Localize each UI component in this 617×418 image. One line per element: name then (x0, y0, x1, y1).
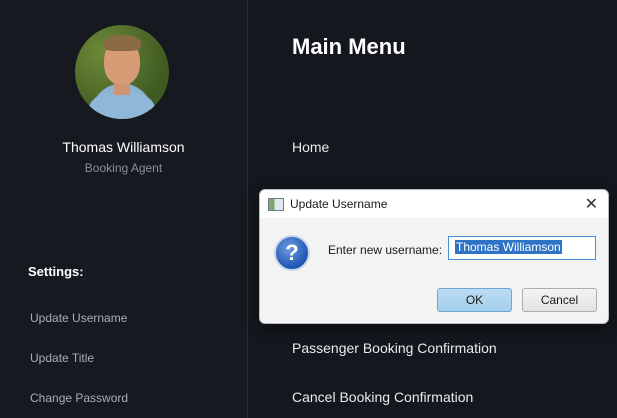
username-field-label: Enter new username: (328, 243, 443, 257)
settings-item-update-title[interactable]: Update Title (30, 351, 94, 365)
app-window-icon (268, 198, 284, 211)
menu-item-home[interactable]: Home (292, 139, 329, 155)
username-input[interactable]: Thomas Williamson (448, 236, 596, 260)
user-name: Thomas Williamson (62, 139, 185, 155)
avatar (75, 25, 169, 119)
question-icon: ? (274, 235, 310, 271)
settings-item-change-password[interactable]: Change Password (30, 391, 128, 405)
update-username-dialog: Update Username ✕ ? Enter new username: … (259, 189, 609, 324)
username-input-value: Thomas Williamson (455, 240, 562, 254)
menu-item-cancel-booking-confirmation[interactable]: Cancel Booking Confirmation (292, 389, 473, 405)
dialog-title: Update Username (290, 197, 388, 211)
settings-heading: Settings: (28, 264, 84, 279)
settings-item-update-username[interactable]: Update Username (30, 311, 127, 325)
user-role: Booking Agent (84, 161, 163, 175)
cancel-button[interactable]: Cancel (522, 288, 597, 312)
sidebar: Thomas Williamson Booking Agent Settings… (0, 0, 248, 418)
menu-item-passenger-booking-confirmation[interactable]: Passenger Booking Confirmation (292, 340, 497, 356)
dialog-body: ? Enter new username: Thomas Williamson … (260, 218, 608, 323)
ok-button[interactable]: OK (437, 288, 512, 312)
page-title: Main Menu (292, 34, 406, 59)
dialog-titlebar[interactable]: Update Username ✕ (260, 190, 608, 218)
close-icon[interactable]: ✕ (585, 194, 598, 214)
